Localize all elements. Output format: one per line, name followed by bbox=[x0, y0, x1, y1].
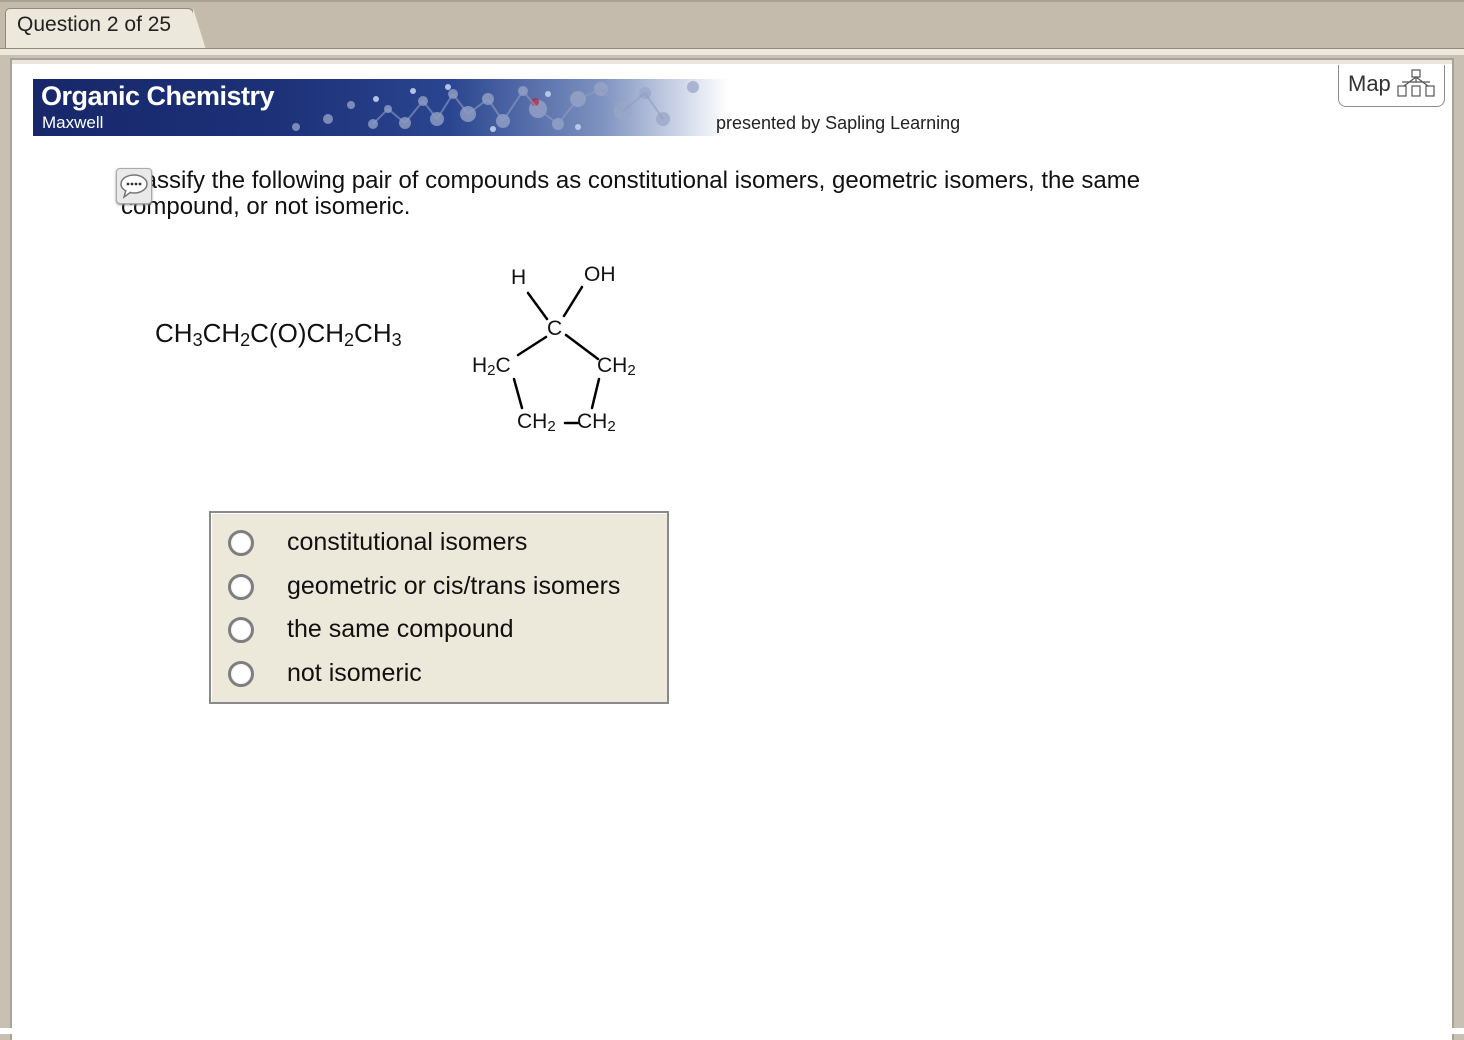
bottom-right-methylene-label: CH2 bbox=[577, 410, 616, 435]
choice-label: constitutional isomers bbox=[287, 528, 528, 556]
question-text: Classify the following pair of compounds… bbox=[121, 167, 1141, 220]
central-carbon-label: C bbox=[547, 317, 563, 340]
choice-same-compound[interactable]: the same compound bbox=[211, 609, 667, 649]
radio-button[interactable] bbox=[228, 574, 254, 600]
course-title: Organic Chemistry bbox=[41, 81, 275, 111]
course-author: Maxwell bbox=[42, 113, 104, 132]
choice-label: geometric or cis/trans isomers bbox=[287, 572, 621, 600]
radio-button[interactable] bbox=[228, 661, 254, 687]
speech-bubble-icon bbox=[120, 174, 148, 199]
presented-by-text: presented by Sapling Learning bbox=[716, 113, 961, 133]
radio-button[interactable] bbox=[228, 617, 254, 643]
bottom-edge bbox=[0, 1028, 1464, 1034]
answer-choices: constitutional isomers geometric or cis/… bbox=[209, 511, 669, 704]
hydrogen-label: H bbox=[511, 266, 527, 289]
bottom-left-methylene-label: CH2 bbox=[517, 410, 556, 435]
tab-strip-divider bbox=[0, 48, 1464, 55]
tab-question-counter[interactable]: Question 2 of 25 bbox=[5, 8, 208, 53]
choice-geometric-isomers[interactable]: geometric or cis/trans isomers bbox=[211, 566, 667, 606]
choice-constitutional-isomers[interactable]: constitutional isomers bbox=[211, 522, 667, 562]
left-methylene-label: H2C bbox=[472, 354, 511, 379]
radio-button[interactable] bbox=[228, 530, 254, 556]
choice-label: not isomeric bbox=[287, 659, 422, 687]
top-tab-strip: Question 2 of 25 bbox=[0, 0, 1464, 53]
map-button-label: Map bbox=[1348, 71, 1391, 96]
hint-button[interactable] bbox=[116, 168, 152, 204]
sitemap-icon bbox=[1397, 69, 1435, 97]
compound-2-structure: H OH C H2C CH2 CH2 CH2 bbox=[460, 255, 660, 445]
map-button[interactable]: Map bbox=[1338, 65, 1445, 107]
hydroxyl-label: OH bbox=[584, 263, 616, 286]
right-methylene-label: CH2 bbox=[597, 354, 636, 379]
choice-label: the same compound bbox=[287, 615, 514, 643]
choice-not-isomeric[interactable]: not isomeric bbox=[211, 653, 667, 693]
cyclopentanol-bonds bbox=[512, 285, 601, 425]
compound-1-formula: CH3CH2C(O)CH2CH3 bbox=[155, 318, 402, 350]
course-banner: Organic Chemistry Maxwell bbox=[33, 79, 728, 136]
